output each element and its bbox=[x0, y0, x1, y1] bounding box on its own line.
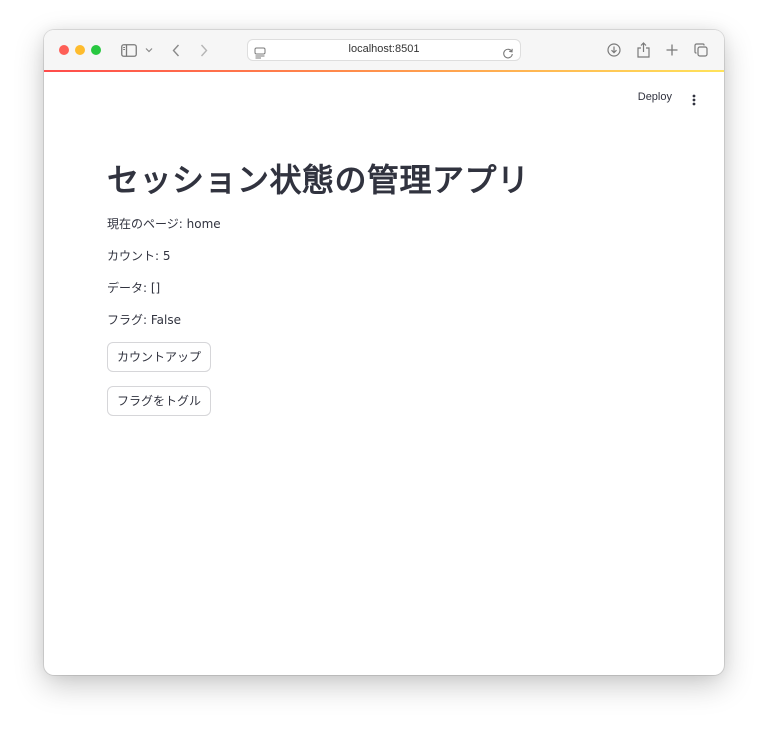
page-title: セッション状態の管理アプリ bbox=[107, 161, 530, 199]
browser-window: localhost:8501 Deploy セッション状態の管理アプリ 現在のペ… bbox=[44, 30, 724, 675]
count-up-button[interactable]: カウントアップ bbox=[107, 342, 212, 372]
url-text[interactable]: localhost:8501 bbox=[248, 43, 520, 55]
data-text: データ: [] bbox=[107, 281, 161, 295]
reload-icon[interactable] bbox=[502, 44, 514, 63]
share-icon[interactable] bbox=[635, 38, 651, 62]
download-icon[interactable] bbox=[606, 38, 622, 62]
kebab-menu-icon[interactable] bbox=[688, 92, 700, 106]
maximize-window-button[interactable] bbox=[91, 45, 101, 55]
forward-arrow-icon[interactable] bbox=[198, 38, 210, 62]
back-arrow-icon[interactable] bbox=[170, 38, 182, 62]
status-lines: 現在のページ: home カウント: 5 データ: [] フラグ: False bbox=[107, 214, 667, 342]
sidebar-icon[interactable] bbox=[120, 38, 138, 62]
flag-text: フラグ: False bbox=[107, 313, 181, 327]
toggle-flag-row: フラグをトグル bbox=[107, 386, 667, 430]
minimize-window-button[interactable] bbox=[75, 45, 85, 55]
tabs-overview-icon[interactable] bbox=[693, 38, 709, 62]
browser-toolbar: localhost:8501 bbox=[44, 30, 724, 71]
count-up-row: カウントアップ bbox=[107, 342, 667, 386]
app-header: Deploy bbox=[44, 72, 724, 128]
toggle-flag-button[interactable]: フラグをトグル bbox=[107, 386, 212, 416]
new-tab-icon[interactable] bbox=[664, 38, 680, 62]
close-window-button[interactable] bbox=[59, 45, 69, 55]
deploy-button[interactable]: Deploy bbox=[638, 91, 672, 103]
count-text: カウント: 5 bbox=[107, 249, 171, 263]
main-content: セッション状態の管理アプリ 現在のページ: home カウント: 5 データ: … bbox=[107, 156, 667, 430]
current-page-text: 現在のページ: home bbox=[107, 217, 221, 231]
chevron-down-icon[interactable] bbox=[144, 38, 154, 62]
address-bar[interactable]: localhost:8501 bbox=[247, 39, 521, 61]
